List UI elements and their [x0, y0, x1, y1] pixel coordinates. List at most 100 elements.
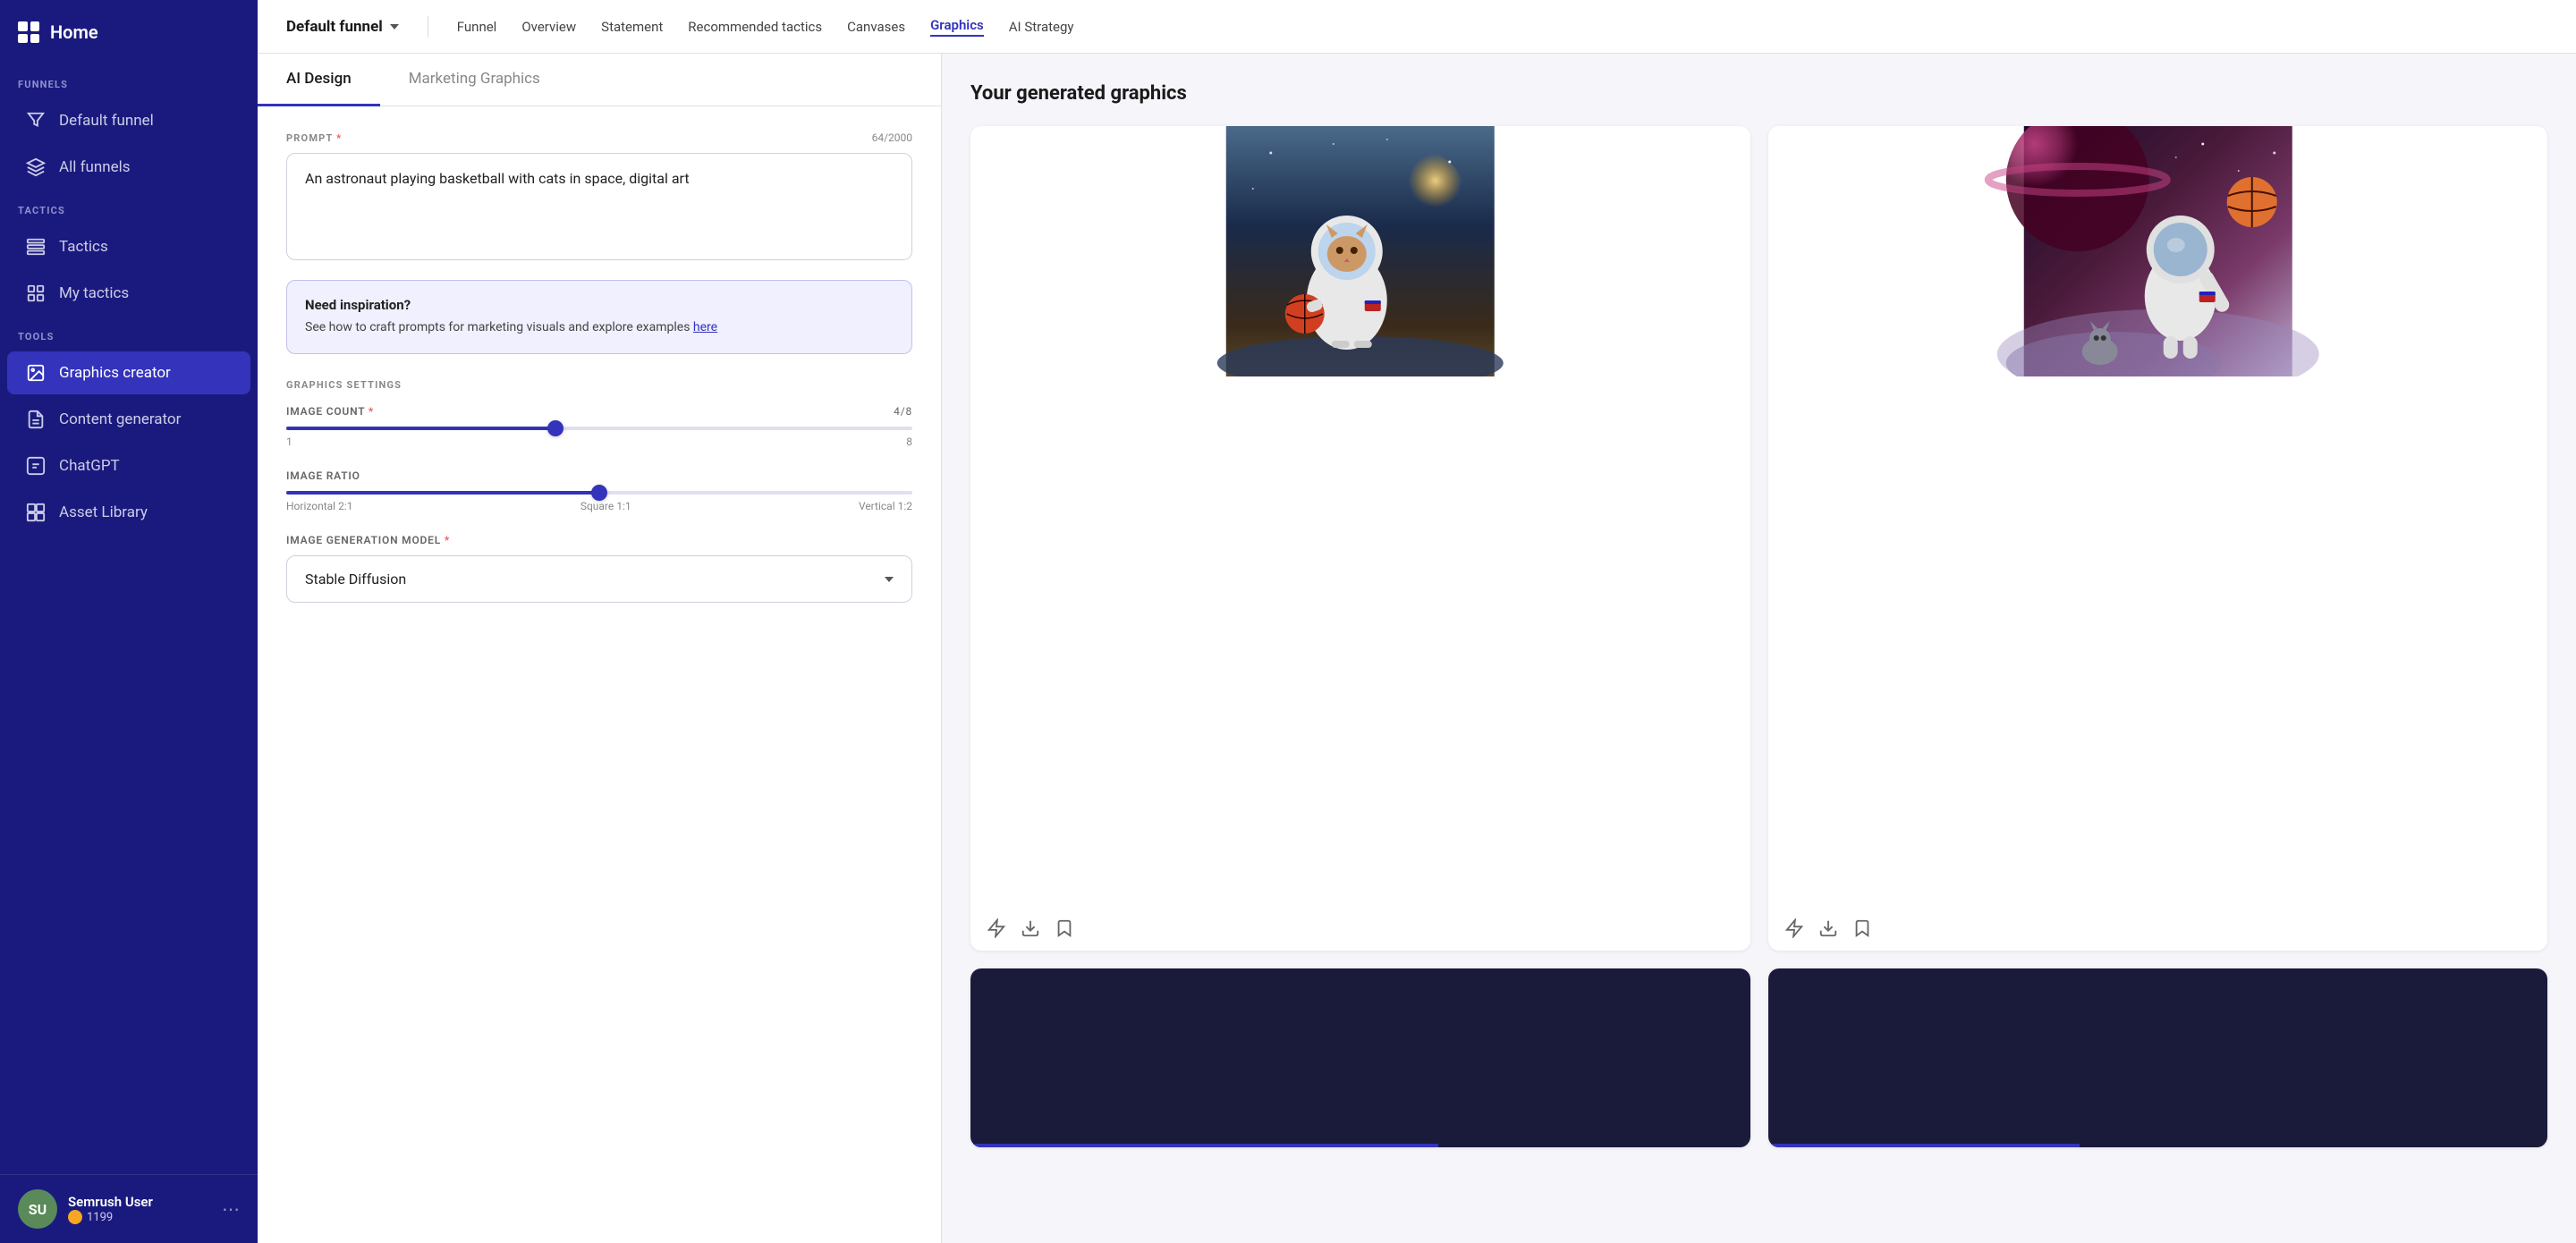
tab-marketing-graphics[interactable]: Marketing Graphics: [380, 54, 569, 106]
model-label: IMAGE GENERATION MODEL *: [286, 534, 912, 546]
slider-labels: 1 8: [286, 435, 912, 448]
asset-library-icon: [25, 502, 47, 523]
topnav-link-ai-strategy[interactable]: AI Strategy: [1009, 19, 1074, 35]
left-panel: AI Design Marketing Graphics PROMPT * 64…: [258, 54, 942, 1243]
inspiration-title: Need inspiration?: [305, 297, 894, 313]
user-menu-button[interactable]: ⋯: [222, 1198, 240, 1220]
main-content: Default funnel Funnel Overview Statement…: [258, 0, 2576, 1243]
graphic-card-4: [1768, 968, 2548, 1147]
download-btn-1[interactable]: [1021, 918, 1040, 938]
ratio-center: Square 1:1: [580, 500, 631, 512]
download-btn-2[interactable]: [1818, 918, 1838, 938]
content-generator-icon: [25, 409, 47, 430]
tactics-icon: [25, 236, 47, 258]
content-area: AI Design Marketing Graphics PROMPT * 64…: [258, 54, 2576, 1243]
image-count-slider[interactable]: [286, 427, 912, 430]
inspiration-link[interactable]: here: [693, 320, 717, 334]
loading-bar-3: [970, 1144, 1750, 1147]
all-funnels-label: All funnels: [59, 158, 131, 176]
char-count: 64/2000: [872, 131, 912, 144]
graphic-actions-2: [1768, 906, 2548, 951]
graphic-image-4: [1768, 968, 2548, 1147]
tabs: AI Design Marketing Graphics: [258, 54, 941, 106]
tab-ai-design[interactable]: AI Design: [258, 54, 380, 106]
sidebar: Home FUNNELS Default funnel All funnels …: [0, 0, 258, 1243]
chatgpt-label: ChatGPT: [59, 457, 120, 475]
loading-bar-fill-4: [1768, 1144, 2080, 1147]
image-ratio-label: IMAGE RATIO: [286, 469, 912, 482]
funnel-name: Default funnel: [286, 18, 383, 36]
content-generator-label: Content generator: [59, 410, 181, 428]
prompt-textarea[interactable]: An astronaut playing basketball with cat…: [286, 153, 912, 260]
image-count-value: 4/8: [894, 405, 912, 418]
home-grid-icon: [18, 21, 39, 43]
image-ratio-slider[interactable]: [286, 491, 912, 495]
graphic-actions-1: [970, 906, 1750, 951]
graphic-card-2: [1768, 126, 2548, 951]
slider-max: 8: [906, 435, 912, 448]
graphic-image-3: [970, 968, 1750, 1147]
dropdown-chevron-icon: [885, 577, 894, 582]
slider-min: 1: [286, 435, 292, 448]
sidebar-item-content-generator[interactable]: Content generator: [7, 398, 250, 441]
sidebar-item-my-tactics[interactable]: My tactics: [7, 272, 250, 315]
topnav-link-funnel[interactable]: Funnel: [457, 19, 497, 35]
slider-fill: [286, 491, 599, 495]
coin-icon: [68, 1210, 82, 1224]
tools-section-label: TOOLS: [0, 317, 258, 350]
topnav-link-recommended-tactics[interactable]: Recommended tactics: [688, 19, 822, 35]
graphic-card-1: [970, 126, 1750, 951]
sidebar-footer: SU Semrush User 1199 ⋯: [0, 1174, 258, 1243]
home-label: Home: [50, 21, 98, 43]
topnav-link-graphics[interactable]: Graphics: [930, 17, 984, 37]
model-dropdown[interactable]: Stable Diffusion: [286, 555, 912, 603]
asset-library-label: Asset Library: [59, 503, 148, 521]
bookmark-btn-1[interactable]: [1055, 918, 1074, 938]
regenerate-btn-1[interactable]: [987, 918, 1006, 938]
slider-track: [286, 491, 912, 495]
graphics-creator-label: Graphics creator: [59, 364, 171, 382]
topnav: Default funnel Funnel Overview Statement…: [258, 0, 2576, 54]
slider-thumb[interactable]: [547, 420, 564, 436]
image-count-row: IMAGE COUNT * 4/8 1: [286, 405, 912, 448]
slider-thumb[interactable]: [591, 485, 607, 501]
funnels-section-label: FUNNELS: [0, 64, 258, 97]
bookmark-btn-2[interactable]: [1852, 918, 1872, 938]
astronaut-space-svg: [1768, 126, 2548, 376]
graphic-card-3: [970, 968, 1750, 1147]
topnav-link-overview[interactable]: Overview: [521, 19, 576, 35]
prompt-required: *: [336, 132, 342, 144]
prompt-label-text: PROMPT: [286, 132, 333, 144]
ratio-labels: Horizontal 2:1 Square 1:1 Vertical 1:2: [286, 500, 912, 512]
sidebar-item-all-funnels[interactable]: All funnels: [7, 146, 250, 189]
coin-count: 1199: [87, 1211, 113, 1224]
loading-bar-fill-3: [970, 1144, 1438, 1147]
sidebar-item-asset-library[interactable]: Asset Library: [7, 491, 250, 534]
loading-bar-4: [1768, 1144, 2548, 1147]
inspiration-box: Need inspiration? See how to craft promp…: [286, 280, 912, 354]
sidebar-home-item[interactable]: Home: [0, 0, 258, 64]
avatar: SU: [18, 1189, 57, 1229]
my-tactics-icon: [25, 283, 47, 304]
regenerate-btn-2[interactable]: [1784, 918, 1804, 938]
sidebar-item-graphics-creator[interactable]: Graphics creator: [7, 351, 250, 394]
graphics-creator-icon: [25, 362, 47, 384]
sidebar-item-tactics[interactable]: Tactics: [7, 225, 250, 268]
sidebar-item-chatgpt[interactable]: ChatGPT: [7, 444, 250, 487]
my-tactics-label: My tactics: [59, 284, 129, 302]
ratio-left: Horizontal 2:1: [286, 500, 352, 512]
image-ratio-row: IMAGE RATIO Horizontal 2:1 Square 1:1 Ve…: [286, 469, 912, 512]
funnel-selector[interactable]: Default funnel: [286, 18, 399, 36]
model-value: Stable Diffusion: [305, 571, 406, 588]
prompt-field-label: PROMPT * 64/2000: [286, 131, 912, 144]
sidebar-item-default-funnel[interactable]: Default funnel: [7, 99, 250, 142]
right-panel: Your generated graphics: [942, 54, 2576, 1243]
default-funnel-icon: [25, 110, 47, 131]
graphics-grid: [970, 126, 2547, 1147]
topnav-link-canvases[interactable]: Canvases: [847, 19, 905, 35]
chatgpt-icon: [25, 455, 47, 477]
inspiration-text: See how to craft prompts for marketing v…: [305, 318, 894, 337]
graphic-image-2: [1768, 126, 2548, 906]
image-count-label: IMAGE COUNT * 4/8: [286, 405, 912, 418]
topnav-link-statement[interactable]: Statement: [601, 19, 663, 35]
